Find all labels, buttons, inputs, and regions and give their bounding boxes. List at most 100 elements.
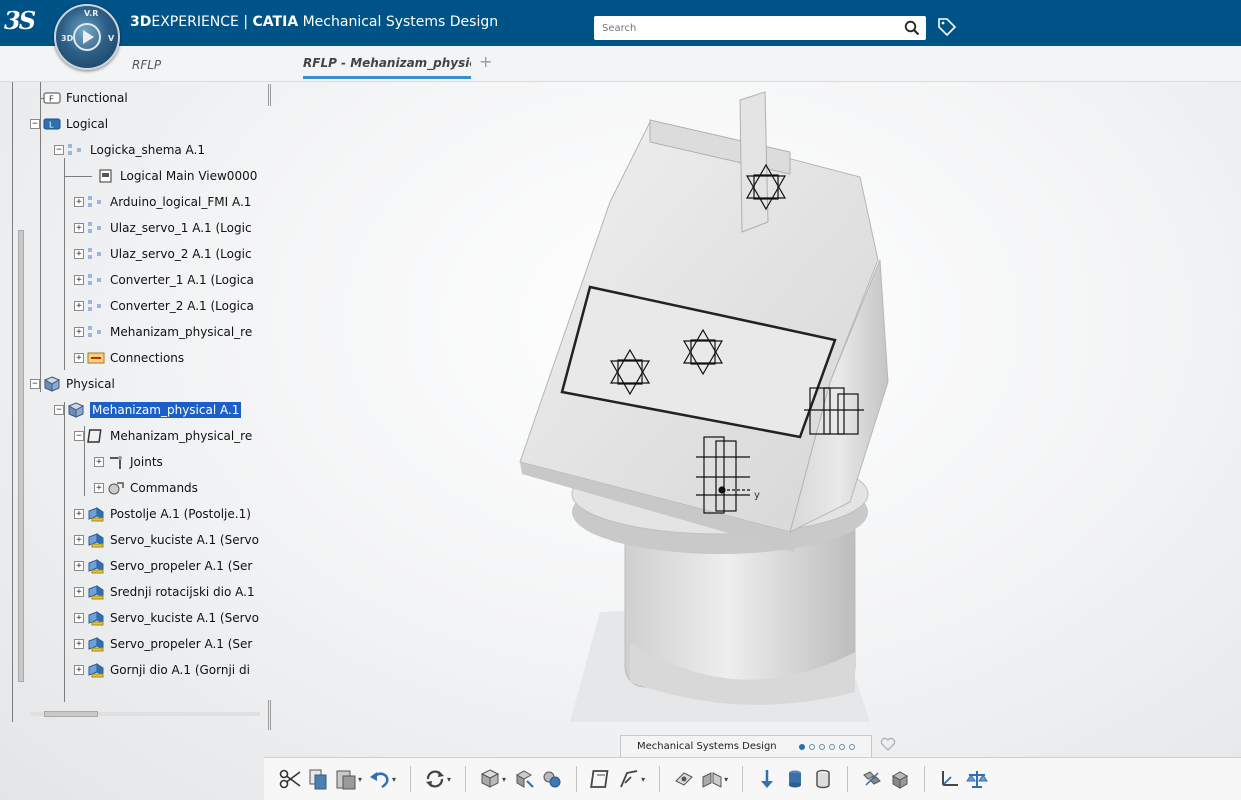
ring-icon[interactable]: [809, 764, 837, 794]
expand-node-button[interactable]: +: [74, 587, 84, 597]
tree-node[interactable]: + Connections: [74, 347, 184, 369]
expand-node-button[interactable]: +: [74, 353, 84, 363]
tree-node[interactable]: + Servo_kuciste A.1 (Servo: [74, 529, 259, 551]
tree-node-label: Joints: [130, 455, 163, 469]
tree-node[interactable]: + Gornji dio A.1 (Gornji di: [74, 659, 250, 681]
tree-node-label: Logical: [66, 117, 109, 131]
tree-node[interactable]: + Ulaz_servo_2 A.1 (Logic: [74, 243, 252, 265]
assembly-icon[interactable]: [476, 764, 504, 794]
tree-vertical-scrollbar[interactable]: [18, 230, 24, 682]
undo-icon[interactable]: [366, 764, 394, 794]
tree-node[interactable]: + Postolje A.1 (Postolje.1): [74, 503, 251, 525]
search-box[interactable]: [594, 16, 926, 40]
compass-widget[interactable]: V.R 3D V: [54, 4, 120, 70]
top-bar: 3S 3DEXPERIENCE | CATIA Mechanical Syste…: [0, 0, 1241, 46]
tree-node[interactable]: + Servo_propeler A.1 (Ser: [74, 633, 252, 655]
tree-node[interactable]: + Srednji rotacijski dio A.1: [74, 581, 255, 603]
tree-node[interactable]: − Mehanizam_physical_re: [74, 425, 252, 447]
expand-node-button[interactable]: +: [74, 613, 84, 623]
view-icon: [97, 168, 115, 184]
part-icon: [87, 636, 105, 652]
replace-icon[interactable]: [510, 764, 538, 794]
tree-node-label: Logicka_shema A.1: [90, 143, 206, 157]
page-dot[interactable]: [798, 743, 805, 750]
search-icon[interactable]: [904, 20, 920, 36]
expand-node-button[interactable]: +: [74, 249, 84, 259]
tree-node[interactable]: + Arduino_logical_FMI A.1: [74, 191, 251, 213]
collapse-node-button[interactable]: −: [54, 145, 64, 155]
tab-active-document[interactable]: RFLP - Mehanizam_physica: [303, 56, 471, 79]
expand-node-button[interactable]: +: [74, 639, 84, 649]
expand-node-button[interactable]: +: [94, 457, 104, 467]
tree-node[interactable]: − Logicka_shema A.1: [54, 139, 205, 161]
mechanism-icon[interactable]: [587, 764, 615, 794]
expand-node-button[interactable]: +: [74, 509, 84, 519]
toolbar-separator: [847, 766, 849, 792]
cut-icon[interactable]: [276, 764, 304, 794]
page-dot[interactable]: [828, 743, 835, 750]
explode-icon[interactable]: [858, 764, 886, 794]
tree-node[interactable]: + Mehanizam_physical_re: [74, 321, 252, 343]
drop-icon[interactable]: [753, 764, 781, 794]
tree-node-label: Arduino_logical_FMI A.1: [110, 195, 252, 209]
joint-icon[interactable]: [615, 764, 643, 794]
expand-node-button[interactable]: +: [74, 327, 84, 337]
tab-rflp[interactable]: RFLP: [132, 58, 161, 72]
toolbar-separator: [659, 766, 661, 792]
product-icon[interactable]: [538, 764, 566, 794]
toolbar-separator: [465, 766, 467, 792]
3d-viewport[interactable]: y: [270, 82, 1241, 722]
expand-node-button[interactable]: +: [94, 483, 104, 493]
expand-node-button[interactable]: +: [74, 561, 84, 571]
tree-node[interactable]: + Servo_kuciste A.1 (Servo: [74, 607, 259, 629]
cylinder-icon[interactable]: [781, 764, 809, 794]
balance-icon[interactable]: [963, 764, 991, 794]
page-dot[interactable]: [848, 743, 855, 750]
axis-system-icon[interactable]: [935, 764, 963, 794]
expand-node-button[interactable]: +: [74, 665, 84, 675]
tree-node[interactable]: + Ulaz_servo_1 A.1 (Logic: [74, 217, 252, 239]
collapse-node-button[interactable]: −: [54, 405, 64, 415]
tree-horizontal-scrollbar[interactable]: [44, 711, 98, 717]
tree-node[interactable]: Logical Main View0000: [84, 165, 257, 187]
favorite-heart-icon[interactable]: [880, 737, 896, 751]
search-input[interactable]: [594, 16, 884, 40]
tree-node[interactable]: − Mehanizam_physical A.1: [54, 399, 242, 421]
expand-node-button[interactable]: +: [74, 197, 84, 207]
collapse-node-button[interactable]: −: [74, 431, 84, 441]
tree-node[interactable]: − L Logical: [30, 113, 108, 135]
copy-icon[interactable]: [304, 764, 332, 794]
expand-node-button[interactable]: +: [74, 301, 84, 311]
tree-node-label: Functional: [66, 91, 128, 105]
add-tab-button[interactable]: +: [479, 52, 492, 71]
section-tab[interactable]: Mechanical Systems Design: [620, 735, 872, 757]
tag-icon[interactable]: [936, 16, 958, 38]
section-tab-label: Mechanical Systems Design: [637, 741, 777, 752]
paste-icon[interactable]: [332, 764, 360, 794]
page-dot[interactable]: [808, 743, 815, 750]
collapse-node-button[interactable]: −: [30, 379, 40, 389]
cross-arm-vertical[interactable]: [739, 91, 769, 233]
tree-node[interactable]: + Converter_2 A.1 (Logica: [74, 295, 254, 317]
dassault-logo[interactable]: 3S: [4, 6, 36, 35]
page-dot[interactable]: [818, 743, 825, 750]
tree-node[interactable]: + Joints: [94, 451, 163, 473]
tree-node[interactable]: + Converter_1 A.1 (Logica: [74, 269, 254, 291]
collapse-node-button[interactable]: −: [30, 119, 40, 129]
page-dot[interactable]: [838, 743, 845, 750]
expand-node-button[interactable]: +: [74, 275, 84, 285]
update-icon[interactable]: [421, 764, 449, 794]
snap-icon[interactable]: [670, 764, 698, 794]
commands-icon: [107, 480, 125, 496]
tree-node[interactable]: − Physical: [30, 373, 115, 395]
play-icon[interactable]: [83, 30, 94, 44]
tree-node[interactable]: + Servo_propeler A.1 (Ser: [74, 555, 252, 577]
tree-node[interactable]: F Functional: [30, 87, 128, 109]
kinematics-icon[interactable]: [886, 764, 914, 794]
expand-node-button[interactable]: +: [74, 223, 84, 233]
page-dots[interactable]: [798, 743, 855, 750]
tree-node-label: Ulaz_servo_1 A.1 (Logic: [110, 221, 252, 235]
engineering-connection-icon[interactable]: [698, 764, 726, 794]
tree-node[interactable]: + Commands: [94, 477, 198, 499]
expand-node-button[interactable]: +: [74, 535, 84, 545]
